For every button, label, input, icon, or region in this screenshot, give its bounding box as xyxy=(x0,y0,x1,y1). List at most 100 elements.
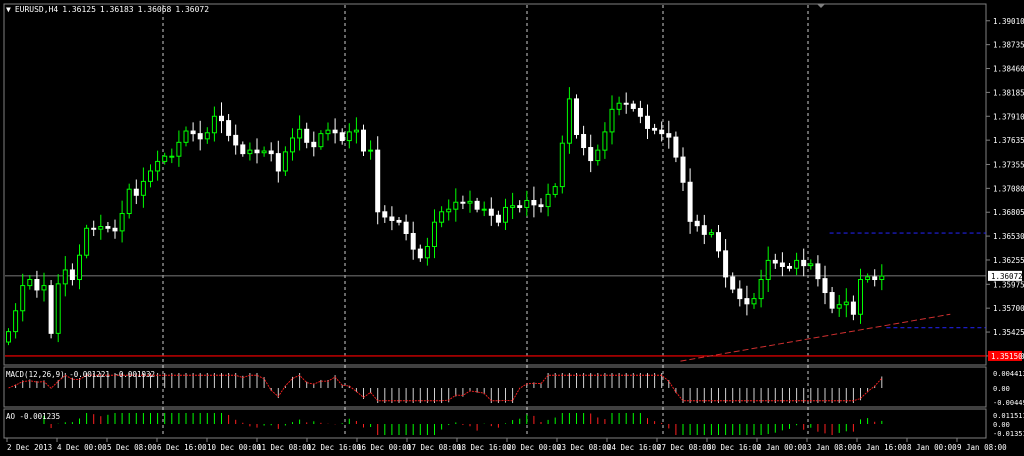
candle-body xyxy=(687,181,693,222)
price-tick-label: 1.38460 xyxy=(993,65,1024,74)
candle-body xyxy=(730,276,736,290)
macd-scale-label: -0.004495 xyxy=(993,399,1024,407)
candle-body xyxy=(744,298,750,305)
trend-line[interactable] xyxy=(680,313,951,362)
candle-body xyxy=(240,144,246,155)
candle-body xyxy=(680,156,686,183)
candle-body xyxy=(282,151,288,172)
low-value: 1.36068 xyxy=(137,5,172,14)
candle-body xyxy=(34,279,40,291)
candle-body xyxy=(616,102,622,110)
candle-body xyxy=(701,225,707,235)
candle-body xyxy=(503,206,508,223)
candle-body xyxy=(708,232,714,235)
candle-body xyxy=(105,226,111,229)
chart-canvas[interactable]: 1.39010 1.38735 1.38460 1.38185 1.37910 1.376… xyxy=(0,0,1024,456)
time-tick-label: 12 Dec 16:00 xyxy=(307,443,362,452)
candle-body xyxy=(140,180,146,196)
candles xyxy=(6,87,885,346)
candle-body xyxy=(48,285,54,334)
time-tick-label: 10 Dec 00:00 xyxy=(207,443,262,452)
ao-scale-label: 0.00 xyxy=(993,421,1010,429)
candle-body xyxy=(233,134,239,146)
candle-body xyxy=(787,265,792,269)
candle-body xyxy=(119,213,125,232)
candle-body xyxy=(62,269,68,285)
candle-body xyxy=(446,208,452,213)
candle-body xyxy=(211,115,217,134)
candle-body xyxy=(843,301,849,306)
candle-body xyxy=(524,199,530,208)
price-tick-label: 1.37910 xyxy=(993,112,1024,121)
macd-header: MACD(12,26,9) -0.001221 -0.001932 xyxy=(6,370,155,379)
candle-body xyxy=(850,301,856,315)
price-tick-label: 1.36805 xyxy=(993,208,1024,217)
candle-body xyxy=(339,132,345,142)
time-tick-label: 27 Dec 08:00 xyxy=(657,443,712,452)
candle-body xyxy=(226,120,232,136)
time-tick-label: 23 Dec 08:00 xyxy=(557,443,612,452)
candle-body xyxy=(765,259,771,281)
menu-arrow-icon[interactable]: ▼ xyxy=(6,5,11,14)
candle-body xyxy=(602,131,608,151)
candle-body xyxy=(858,279,863,315)
macd-scale-label: 0.00 xyxy=(993,385,1010,393)
candle-body xyxy=(247,149,253,155)
time-tick-label: 2 Jan 00:00 xyxy=(757,443,807,452)
candle-body xyxy=(758,279,764,300)
time-tick-label: 18 Dec 16:00 xyxy=(457,443,512,452)
candle-body xyxy=(581,134,587,149)
candle-body xyxy=(126,188,132,215)
candle-body xyxy=(574,98,579,136)
candle-body xyxy=(20,285,26,312)
candle-body xyxy=(751,298,757,305)
candle-body xyxy=(623,102,629,105)
candle-body xyxy=(673,136,679,158)
close-value: 1.36072 xyxy=(175,5,210,14)
candle-body xyxy=(368,149,374,152)
candle-body xyxy=(6,331,11,343)
candle-body xyxy=(453,201,459,210)
price-tick-label: 1.38735 xyxy=(993,41,1024,50)
time-tick-label: 17 Dec 08:00 xyxy=(407,443,462,452)
candle-body xyxy=(275,153,281,172)
candle-body xyxy=(531,199,537,206)
price-tick-label: 1.37355 xyxy=(993,160,1024,169)
candle-body xyxy=(389,216,395,221)
candle-body xyxy=(645,115,650,129)
shift-marker-icon[interactable] xyxy=(817,4,825,8)
ao-label: AO xyxy=(6,412,16,421)
ao-panel-frame xyxy=(3,408,987,439)
candle-body xyxy=(801,259,807,267)
candle-body xyxy=(723,250,729,278)
candle-body xyxy=(84,227,90,256)
candle-body xyxy=(694,220,700,227)
candle-body xyxy=(375,149,381,213)
candle-body xyxy=(510,205,516,208)
candle-body xyxy=(659,129,665,135)
candle-body xyxy=(652,127,658,131)
candle-body xyxy=(396,219,402,223)
macd-label: MACD(12,26,9) xyxy=(6,370,65,379)
candle-body xyxy=(155,160,161,172)
time-tick-label: 5 Dec 08:00 xyxy=(107,443,157,452)
time-tick-label: 3 Jan 08:00 xyxy=(807,443,857,452)
candle-body xyxy=(439,211,445,223)
support-price-box-text: 1.35150 xyxy=(991,352,1023,361)
candle-body xyxy=(219,115,224,122)
time-tick-label: 2 Dec 2013 xyxy=(7,443,52,452)
candle-body xyxy=(325,129,331,135)
grid-lines xyxy=(162,5,809,437)
candle-body xyxy=(488,208,494,216)
candle-body xyxy=(311,141,317,148)
candle-body xyxy=(77,254,82,281)
candle-body xyxy=(169,155,175,158)
candle-body xyxy=(162,155,168,162)
macd-main-value: -0.001221 xyxy=(69,370,110,379)
candle-body xyxy=(410,232,416,250)
candle-body xyxy=(190,130,196,135)
macd-scale-label: 0.004413 xyxy=(993,370,1024,378)
candle-body xyxy=(481,208,487,211)
candle-body xyxy=(27,279,33,287)
price-tick-label: 1.39010 xyxy=(993,17,1024,26)
